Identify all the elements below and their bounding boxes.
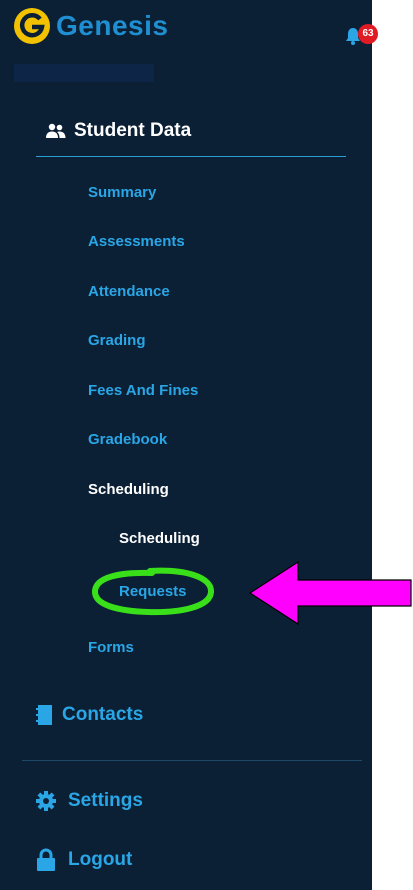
annotation-circle bbox=[92, 567, 214, 616]
nav-assessments[interactable]: Assessments bbox=[88, 233, 185, 250]
logo-icon bbox=[14, 8, 50, 44]
nav-contacts-label: Contacts bbox=[62, 704, 144, 725]
page: Genesis 63 Student Data Summary Assessme… bbox=[0, 0, 413, 890]
divider bbox=[36, 156, 346, 157]
nav-logout-label: Logout bbox=[68, 849, 133, 870]
lock-icon bbox=[37, 848, 55, 871]
nav-logout[interactable]: Logout bbox=[36, 848, 132, 872]
gear-icon bbox=[36, 791, 56, 811]
section-student-data[interactable]: Student Data bbox=[46, 120, 191, 142]
nav-attendance[interactable]: Attendance bbox=[88, 283, 170, 300]
users-icon bbox=[46, 123, 66, 138]
nav-forms[interactable]: Forms bbox=[88, 639, 134, 656]
nav-summary[interactable]: Summary bbox=[88, 184, 156, 201]
nav-gradebook[interactable]: Gradebook bbox=[88, 431, 167, 448]
subnav-scheduling[interactable]: Scheduling bbox=[119, 530, 200, 547]
nav-scheduling[interactable]: Scheduling bbox=[88, 481, 169, 498]
nav-grading[interactable]: Grading bbox=[88, 332, 146, 349]
nav-fees-and-fines[interactable]: Fees And Fines bbox=[88, 382, 198, 399]
app-name: Genesis bbox=[56, 10, 169, 41]
nav-settings[interactable]: Settings bbox=[36, 790, 143, 812]
sidebar: Genesis 63 Student Data Summary Assessme… bbox=[0, 0, 378, 890]
top-bar: Genesis 63 bbox=[0, 0, 378, 82]
section-student-data-label: Student Data bbox=[74, 120, 192, 141]
address-book-icon bbox=[36, 705, 52, 725]
nav-settings-label: Settings bbox=[68, 790, 143, 811]
divider bbox=[22, 760, 362, 761]
logo-tagline-bar bbox=[14, 64, 154, 82]
genesis-logo[interactable]: Genesis bbox=[14, 8, 168, 44]
notification-badge[interactable]: 63 bbox=[358, 24, 378, 44]
annotation-arrow-icon bbox=[248, 560, 412, 626]
nav-contacts[interactable]: Contacts bbox=[36, 704, 143, 726]
